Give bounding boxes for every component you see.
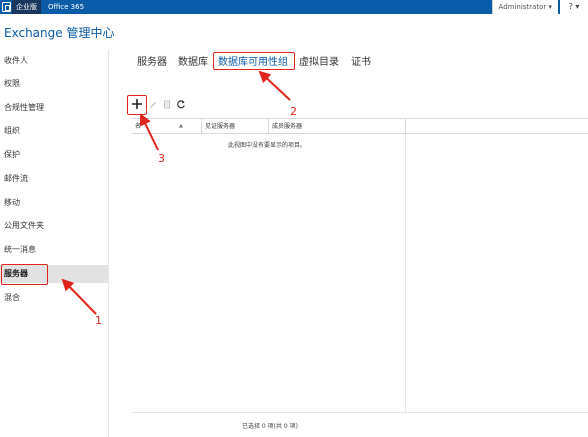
column-header-member-servers[interactable]: 成员服务器 xyxy=(269,119,406,134)
sidebar-item-organization[interactable]: 组织 xyxy=(0,122,108,140)
exchange-admin-center: 企业版 Office 365 Administrator ▾ ? ▾ Excha… xyxy=(0,0,588,437)
edit-button[interactable] xyxy=(146,96,160,112)
sort-ascending-icon[interactable]: ▲ xyxy=(179,119,183,134)
sidebar-item-unified-messaging[interactable]: 统一消息 xyxy=(0,241,108,259)
refresh-icon xyxy=(177,100,185,109)
tab-virtual-directories[interactable]: 虚拟目录 xyxy=(299,53,339,68)
sidebar-item-protection[interactable]: 保护 xyxy=(0,146,108,164)
sidebar-item-public-folders[interactable]: 公用文件夹 xyxy=(0,217,108,235)
sidebar-item-mobile[interactable]: 移动 xyxy=(0,194,108,212)
details-pane-divider xyxy=(405,134,406,412)
annotation-number-3: 3 xyxy=(158,152,165,165)
sidebar-divider xyxy=(108,50,109,437)
tab-office-365[interactable]: Office 365 xyxy=(48,0,84,14)
grid-header: 名 ▲ 见证服务器 成员服务器 xyxy=(132,118,588,134)
grid-bottom-border xyxy=(132,412,588,413)
sidebar-item-mail-flow[interactable]: 邮件流 xyxy=(0,170,108,188)
selection-status: 已选择 0 项(共 0 项) xyxy=(242,423,298,430)
dag-list: 名 ▲ 见证服务器 成员服务器 此视图中没有要显示的项目。 xyxy=(132,118,588,413)
app-title: Exchange 管理中心 xyxy=(4,26,115,40)
tab-enterprise[interactable]: 企业版 xyxy=(12,0,41,14)
tab-certificates[interactable]: 证书 xyxy=(351,53,371,68)
refresh-button[interactable] xyxy=(174,96,188,112)
sidebar-item-permissions[interactable]: 权限 xyxy=(0,75,108,93)
help-menu-icon[interactable]: ? ▾ xyxy=(560,0,588,14)
tab-databases[interactable]: 数据库 xyxy=(178,53,208,68)
pencil-icon xyxy=(150,102,156,108)
annotation-arrow-2 xyxy=(258,70,291,101)
top-bar: 企业版 Office 365 Administrator ▾ ? ▾ xyxy=(0,0,588,14)
sidebar-item-hybrid[interactable]: 混合 xyxy=(0,289,108,307)
annotation-number-1: 1 xyxy=(95,314,102,327)
sidebar-item-recipients[interactable]: 收件人 xyxy=(0,52,108,70)
column-header-name[interactable]: 名 xyxy=(132,119,202,134)
user-name: Administrator xyxy=(498,3,547,11)
sidebar-item-compliance[interactable]: 合规性管理 xyxy=(0,99,108,117)
tab-servers[interactable]: 服务器 xyxy=(137,53,167,68)
user-menu[interactable]: Administrator ▾ xyxy=(491,0,558,14)
annotation-box-servers xyxy=(1,264,48,285)
empty-list-message: 此视图中没有要显示的项目。 xyxy=(227,142,306,149)
delete-button[interactable] xyxy=(160,96,174,112)
annotation-number-2: 2 xyxy=(290,105,297,118)
annotation-box-dag-tab xyxy=(213,52,295,70)
chevron-down-icon: ▾ xyxy=(548,3,552,11)
annotation-box-add xyxy=(127,95,147,115)
trash-icon xyxy=(164,100,170,109)
column-header-witness-server[interactable]: 见证服务器 xyxy=(202,119,269,134)
office-logo-icon[interactable] xyxy=(2,2,11,12)
sidebar: 收件人 权限 合规性管理 组织 保护 邮件流 移动 公用文件夹 统一消息 服务器… xyxy=(0,50,108,437)
